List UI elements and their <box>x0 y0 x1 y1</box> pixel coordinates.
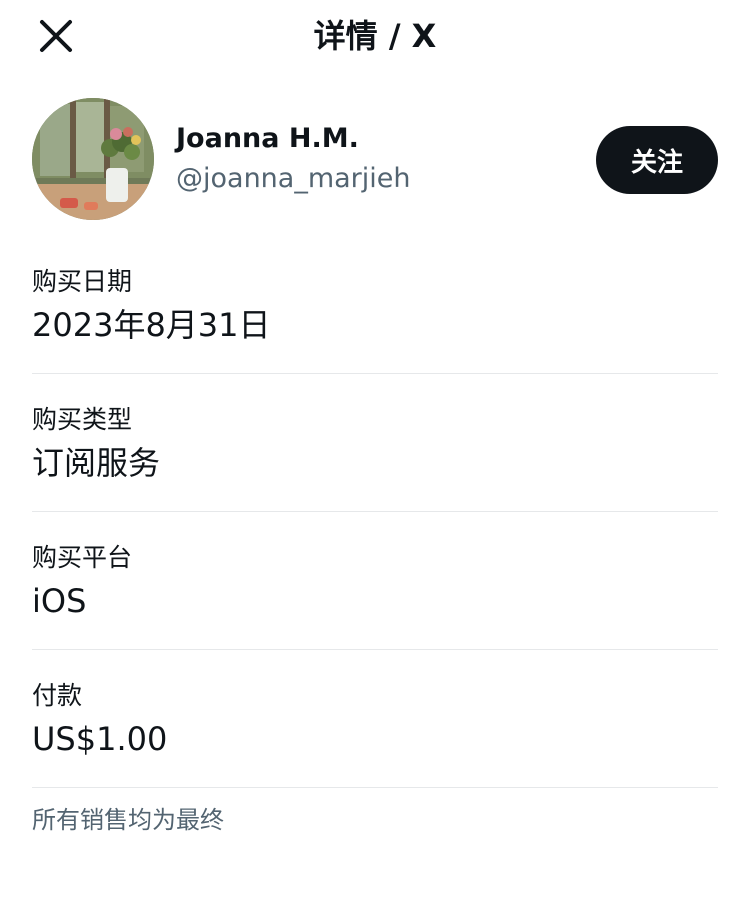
sales-final-note: 所有销售均为最终 <box>32 806 224 834</box>
divider <box>32 787 718 788</box>
detail-value: iOS <box>32 582 87 620</box>
header-bar: 详情 / X <box>0 0 750 72</box>
detail-value: 2023年8月31日 <box>32 306 271 344</box>
divider <box>32 649 718 650</box>
divider <box>32 511 718 512</box>
detail-row-payment: 付款 US$1.00 <box>32 679 718 817</box>
divider <box>32 373 718 374</box>
detail-label: 购买平台 <box>32 543 133 572</box>
detail-value: US$1.00 <box>32 720 168 758</box>
detail-label: 购买日期 <box>32 267 133 296</box>
user-handle[interactable]: @joanna_marjieh <box>176 160 411 198</box>
follow-button[interactable]: 关注 <box>596 126 718 194</box>
profile-section: Joanna H.M. @joanna_marjieh 关注 <box>32 98 718 222</box>
detail-row-purchase-date: 购买日期 2023年8月31日 <box>32 265 718 403</box>
detail-row-purchase-type: 购买类型 订阅服务 <box>32 403 718 541</box>
avatar-photo <box>32 98 154 220</box>
display-name[interactable]: Joanna H.M. <box>176 120 359 158</box>
detail-value: 订阅服务 <box>32 444 161 482</box>
detail-row-purchase-platform: 购买平台 iOS <box>32 541 718 679</box>
detail-label: 付款 <box>32 681 83 710</box>
detail-label: 购买类型 <box>32 405 133 434</box>
page-title: 详情 / X <box>313 17 437 55</box>
avatar[interactable] <box>32 98 154 220</box>
